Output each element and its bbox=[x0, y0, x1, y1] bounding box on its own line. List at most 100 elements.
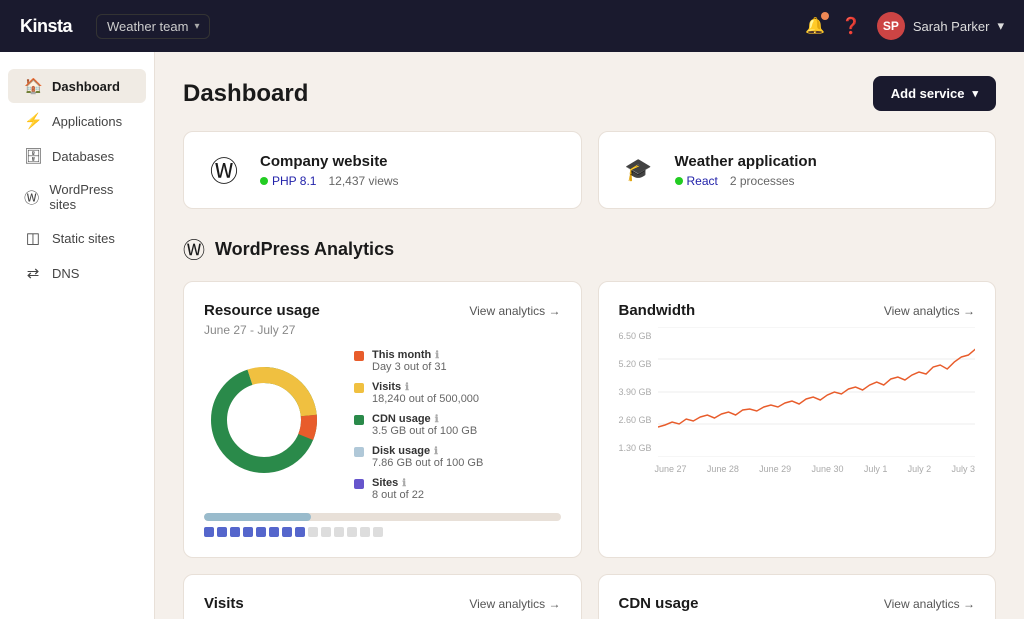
disk-progress-bar bbox=[204, 513, 561, 521]
donut-chart bbox=[204, 360, 334, 490]
resource-view-analytics[interactable]: View analytics → bbox=[469, 304, 560, 318]
wp-analytics-icon: Ⓦ bbox=[183, 233, 205, 265]
site-dot bbox=[204, 527, 214, 537]
page-header: Dashboard Add service ▾ bbox=[183, 76, 996, 111]
avatar: SP bbox=[877, 12, 905, 40]
status-dot bbox=[675, 177, 683, 185]
bw-x7: July 3 bbox=[951, 464, 975, 474]
logo: Kinsta bbox=[20, 16, 72, 37]
react-badge: React bbox=[675, 174, 718, 188]
resource-usage-card: Resource usage View analytics → June 27 … bbox=[183, 281, 582, 558]
add-service-chevron-icon: ▾ bbox=[972, 87, 978, 100]
bottom-charts: Visits View analytics → 22,500 18,000 bbox=[183, 574, 996, 619]
resource-title: Resource usage bbox=[204, 302, 320, 319]
notification-badge bbox=[821, 12, 829, 20]
sidebar-item-databases[interactable]: 🗄 Databases bbox=[8, 139, 146, 173]
team-chevron-icon: ▾ bbox=[194, 21, 199, 32]
sites-dots bbox=[204, 527, 561, 537]
site-dot bbox=[217, 527, 227, 537]
bw-y2: 2.60 GB bbox=[619, 415, 652, 425]
service-meta: PHP 8.1 12,437 views bbox=[260, 174, 399, 188]
cdn-header: CDN usage View analytics → bbox=[619, 595, 976, 612]
bandwidth-header: Bandwidth View analytics → bbox=[619, 302, 976, 319]
legend-item-month: This month ℹ Day 3 out of 31 bbox=[354, 349, 561, 373]
sidebar-item-label: Databases bbox=[52, 149, 114, 164]
bandwidth-chart bbox=[658, 327, 975, 457]
sidebar-item-dashboard[interactable]: 🏠 Dashboard bbox=[8, 69, 146, 103]
site-dot bbox=[230, 527, 240, 537]
bandwidth-card: Bandwidth View analytics → 6.50 GB 5.20 … bbox=[598, 281, 997, 558]
visits-card: Visits View analytics → 22,500 18,000 bbox=[183, 574, 582, 619]
bw-x4: June 30 bbox=[811, 464, 843, 474]
cdn-title: CDN usage bbox=[619, 595, 699, 612]
bw-y5: 6.50 GB bbox=[619, 331, 652, 341]
resource-date-range: June 27 - July 27 bbox=[204, 323, 561, 337]
wordpress-icon: Ⓦ bbox=[24, 187, 39, 208]
charts-grid: Resource usage View analytics → June 27 … bbox=[183, 281, 996, 558]
home-icon: 🏠 bbox=[24, 77, 42, 95]
page-title: Dashboard bbox=[183, 80, 308, 108]
site-dot-empty bbox=[321, 527, 331, 537]
service-cards: Ⓦ Company website PHP 8.1 12,437 views 🎓 bbox=[183, 131, 996, 209]
bw-y1: 1.30 GB bbox=[619, 443, 652, 453]
visits-view-analytics[interactable]: View analytics → bbox=[469, 597, 560, 611]
topbar-icons: 🔔 ❓ SP Sarah Parker ▾ bbox=[805, 12, 1004, 40]
sidebar-item-wordpress[interactable]: Ⓦ WordPress sites bbox=[8, 174, 146, 220]
weather-service-icon: 🎓 bbox=[619, 157, 659, 183]
sidebar-item-label: DNS bbox=[52, 266, 79, 281]
add-service-button[interactable]: Add service ▾ bbox=[873, 76, 996, 111]
user-name: Sarah Parker bbox=[913, 19, 990, 34]
site-dot bbox=[295, 527, 305, 537]
site-dot-empty bbox=[373, 527, 383, 537]
static-icon: ◫ bbox=[24, 229, 42, 247]
bw-x5: July 1 bbox=[864, 464, 888, 474]
sidebar-item-label: WordPress sites bbox=[49, 182, 130, 212]
dns-icon: ⇄ bbox=[24, 264, 42, 282]
bandwidth-title: Bandwidth bbox=[619, 302, 696, 319]
sidebar-item-label: Applications bbox=[52, 114, 122, 129]
notification-icon[interactable]: 🔔 bbox=[805, 16, 825, 36]
user-menu[interactable]: SP Sarah Parker ▾ bbox=[877, 12, 1004, 40]
legend-item-disk: Disk usage ℹ 7.86 GB out of 100 GB bbox=[354, 445, 561, 469]
topbar: Kinsta Weather team ▾ 🔔 ❓ SP Sarah Parke… bbox=[0, 0, 1024, 52]
help-icon[interactable]: ❓ bbox=[841, 16, 861, 36]
visits-title: Visits bbox=[204, 595, 244, 612]
service-card-weather[interactable]: 🎓 Weather application React 2 processes bbox=[598, 131, 997, 209]
bw-x1: June 27 bbox=[655, 464, 687, 474]
service-views: 12,437 views bbox=[328, 174, 398, 188]
legend-item-visits: Visits ℹ 18,240 out of 500,000 bbox=[354, 381, 561, 405]
team-selector[interactable]: Weather team ▾ bbox=[96, 14, 210, 39]
bw-x6: July 2 bbox=[908, 464, 932, 474]
wordpress-service-icon: Ⓦ bbox=[204, 150, 244, 190]
site-dot-empty bbox=[360, 527, 370, 537]
service-card-company[interactable]: Ⓦ Company website PHP 8.1 12,437 views bbox=[183, 131, 582, 209]
sidebar-item-static[interactable]: ◫ Static sites bbox=[8, 221, 146, 255]
site-dot-empty bbox=[308, 527, 318, 537]
bw-x3: June 29 bbox=[759, 464, 791, 474]
site-dot bbox=[282, 527, 292, 537]
visits-header: Visits View analytics → bbox=[204, 595, 561, 612]
service-title: Weather application bbox=[675, 153, 817, 170]
databases-icon: 🗄 bbox=[24, 147, 42, 165]
cdn-usage-card: CDN usage View analytics → 4.00 GB 3.20 … bbox=[598, 574, 997, 619]
sidebar-item-label: Static sites bbox=[52, 231, 115, 246]
sidebar-item-dns[interactable]: ⇄ DNS bbox=[8, 256, 146, 290]
site-dot bbox=[256, 527, 266, 537]
site-dot-empty bbox=[334, 527, 344, 537]
site-dot-empty bbox=[347, 527, 357, 537]
service-card-info: Company website PHP 8.1 12,437 views bbox=[260, 153, 399, 188]
service-card-info: Weather application React 2 processes bbox=[675, 153, 817, 188]
analytics-title: WordPress Analytics bbox=[215, 239, 394, 260]
service-meta: React 2 processes bbox=[675, 174, 817, 188]
sidebar-item-applications[interactable]: ⚡ Applications bbox=[8, 104, 146, 138]
sidebar: 🏠 Dashboard ⚡ Applications 🗄 Databases Ⓦ… bbox=[0, 52, 155, 619]
layout: 🏠 Dashboard ⚡ Applications 🗄 Databases Ⓦ… bbox=[0, 52, 1024, 619]
resource-card-header: Resource usage View analytics → bbox=[204, 302, 561, 319]
php-badge: PHP 8.1 bbox=[260, 174, 316, 188]
cdn-view-analytics[interactable]: View analytics → bbox=[884, 597, 975, 611]
team-name: Weather team bbox=[107, 19, 188, 34]
main-content: Dashboard Add service ▾ Ⓦ Company websit… bbox=[155, 52, 1024, 619]
service-processes: 2 processes bbox=[730, 174, 795, 188]
resource-legend: This month ℹ Day 3 out of 31 Visits ℹ 18… bbox=[354, 349, 561, 501]
bandwidth-view-analytics[interactable]: View analytics → bbox=[884, 304, 975, 318]
